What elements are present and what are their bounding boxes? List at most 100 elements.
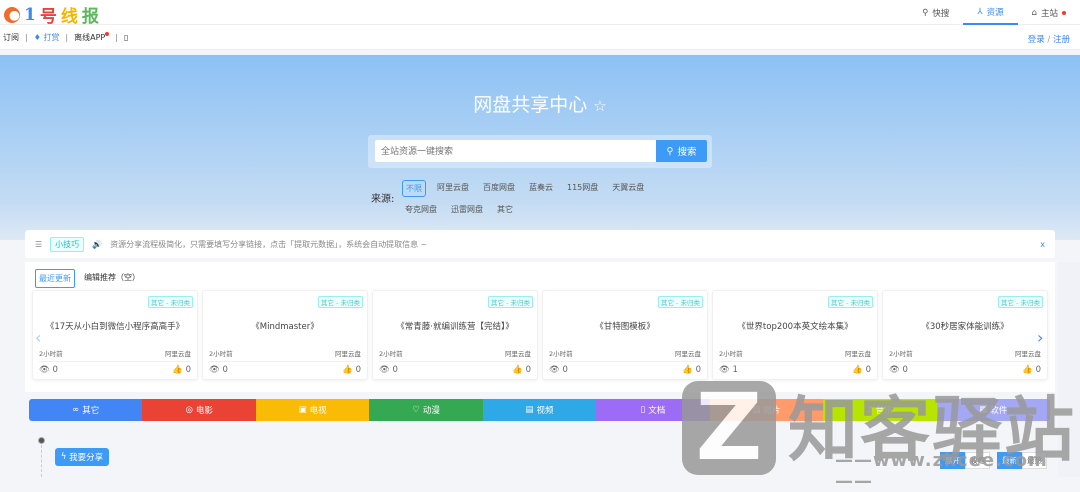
page-gutter	[1058, 262, 1080, 477]
subscribe-link[interactable]: 订阅	[3, 32, 19, 43]
toggle-group: 展开 收缩	[940, 452, 990, 469]
resource-title[interactable]: 《30秒居家体能训练》	[883, 320, 1047, 332]
home-icon: ⌂	[1031, 7, 1037, 18]
resource-card[interactable]: 其它 - 未归类 《世界top200本英文绘本集》 2小时前 阿里云盘 👁 1 …	[712, 290, 878, 380]
software-icon: ▦	[979, 405, 988, 415]
resource-title[interactable]: 《常青藤·就编训练营【完结】》	[373, 320, 537, 332]
like-button[interactable]: 👍 0	[172, 365, 191, 375]
resource-title[interactable]: 《甘特图模板》	[543, 320, 707, 332]
category-tag: 其它 - 未归类	[148, 296, 193, 308]
donate-link[interactable]: ♦ 打赏	[34, 32, 60, 43]
video-icon: ▤	[525, 405, 534, 415]
resource-carousel: 其它 - 未归类 《17天从小白到微信小程序高高手》 2小时前 阿里云盘 👁 0…	[32, 290, 1048, 380]
diamond-icon: ♦	[33, 32, 41, 42]
tab-editor-picks[interactable]: 编辑推荐（空）	[81, 269, 143, 288]
time-ago: 2小时前	[549, 350, 573, 358]
platform: 阿里云盘	[675, 350, 701, 358]
nav-quick-search[interactable]: ⚲ 快搜	[908, 0, 963, 25]
category-6[interactable]: ▨ 图片	[709, 399, 824, 421]
source-option[interactable]: 天翼云盘	[609, 180, 647, 197]
site-logo[interactable]: 1号线报	[4, 2, 99, 27]
platform: 阿里云盘	[335, 350, 361, 358]
search-icon: ⚲	[922, 7, 929, 18]
offline-app-link[interactable]: 离线APP	[74, 31, 110, 43]
eye-icon: 👁	[719, 365, 730, 375]
source-option[interactable]: 115网盘	[564, 180, 601, 197]
category-tag: 其它 - 未归类	[998, 296, 1043, 308]
thumbs-up-icon: 👍	[1022, 365, 1033, 375]
nav-home[interactable]: ⌂ 主站	[1018, 0, 1080, 25]
source-option[interactable]: 迅雷网盘	[448, 202, 486, 217]
source-option[interactable]: 百度网盘	[480, 180, 518, 197]
register-link[interactable]: 注册	[1053, 35, 1070, 45]
like-button[interactable]: 👍 0	[852, 365, 871, 375]
time-ago: 2小时前	[889, 350, 913, 358]
resource-card[interactable]: 其它 - 未归类 《甘特图模板》 2小时前 阿里云盘 👁 0 👍 0	[542, 290, 708, 380]
sub-bar: 订阅 | ♦ 打赏 | 离线APP | ▯	[0, 25, 1080, 50]
thumbs-up-icon: 👍	[682, 365, 693, 375]
sort-latest-button[interactable]: 最新	[997, 452, 1022, 469]
category-2[interactable]: ▣ 电视	[255, 399, 370, 421]
star-icon[interactable]: ☆	[593, 97, 606, 115]
sort-group: 最新 最热	[997, 452, 1047, 469]
resource-title[interactable]: 《Mindmaster》	[203, 320, 367, 332]
resource-card[interactable]: 其它 - 未归类 《常青藤·就编训练营【完结】》 2小时前 阿里云盘 👁 0 👍…	[372, 290, 538, 380]
main-nav: ⚲ 快搜 ⅄ 资源 ⌂ 主站	[908, 0, 1080, 25]
divider	[379, 361, 531, 362]
expand-button[interactable]: 展开	[940, 452, 965, 469]
like-button[interactable]: 👍 0	[1022, 365, 1041, 375]
resource-card[interactable]: 其它 - 未归类 《30秒居家体能训练》 2小时前 阿里云盘 👁 0 👍 0	[882, 290, 1048, 380]
resource-title[interactable]: 《17天从小白到微信小程序高高手》	[33, 320, 197, 332]
nav-resources[interactable]: ⅄ 资源	[963, 0, 1018, 25]
like-button[interactable]: 👍 0	[512, 365, 531, 375]
category-4[interactable]: ▤ 视频	[482, 399, 597, 421]
platform: 阿里云盘	[505, 350, 531, 358]
login-link[interactable]: 登录	[1028, 35, 1045, 45]
carousel-prev-icon[interactable]: ‹	[35, 328, 41, 347]
share-nodes-icon: ⅄	[977, 6, 983, 17]
source-option[interactable]: 其它	[494, 202, 516, 217]
share-button[interactable]: ϟ 我要分享	[55, 448, 109, 466]
sort-hot-button[interactable]: 最热	[1022, 452, 1047, 469]
category-8[interactable]: ▦ 软件	[936, 399, 1050, 421]
category-5[interactable]: ▯ 文档	[596, 399, 710, 421]
platform: 阿里云盘	[845, 350, 871, 358]
source-filter: 不限 阿里云盘 百度网盘 蓝奏云 115网盘 天翼云盘 夸克网盘 迅雷网盘 其它	[402, 180, 692, 217]
resource-tabs: 最近更新 编辑推荐（空）	[35, 269, 143, 288]
resource-card[interactable]: 其它 - 未归类 《Mindmaster》 2小时前 阿里云盘 👁 0 👍 0	[202, 290, 368, 380]
divider	[209, 361, 361, 362]
source-option[interactable]: 蓝奏云	[526, 180, 556, 197]
collapse-button[interactable]: 收缩	[965, 452, 990, 469]
list-icon: ☰	[35, 239, 43, 249]
tips-notice: ☰ 小技巧 🔊 资源分享流程极简化，只需要填写分享链接，点击「提取元数据」，系统…	[25, 230, 1055, 258]
notification-dot	[1062, 10, 1066, 15]
category-3[interactable]: ♡ 动漫	[369, 399, 483, 421]
view-count: 👁 0	[39, 365, 58, 375]
like-button[interactable]: 👍 0	[682, 365, 701, 375]
tab-recent[interactable]: 最近更新	[35, 269, 75, 288]
like-button[interactable]: 👍 0	[342, 365, 361, 375]
view-count: 👁 0	[549, 365, 568, 375]
page-title: 网盘共享中心 ☆	[473, 94, 607, 116]
mobile-icon[interactable]: ▯	[124, 33, 128, 42]
resource-title[interactable]: 《世界top200本英文绘本集》	[713, 320, 877, 332]
divider	[719, 361, 871, 362]
category-1[interactable]: ◎ 电影	[142, 399, 256, 421]
category-7[interactable]: ♪ 音乐	[823, 399, 937, 421]
infinity-icon: ∞	[72, 405, 80, 415]
carousel-next-icon[interactable]: ›	[1037, 328, 1043, 347]
anime-icon: ♡	[412, 405, 420, 415]
search-button[interactable]: ⚲ 搜索	[656, 140, 707, 162]
category-tag: 其它 - 未归类	[828, 296, 873, 308]
source-option[interactable]: 夸克网盘	[402, 202, 440, 217]
notification-dot	[105, 31, 110, 36]
resource-card[interactable]: 其它 - 未归类 《17天从小白到微信小程序高高手》 2小时前 阿里云盘 👁 0…	[32, 290, 198, 380]
category-0[interactable]: ∞ 其它	[29, 399, 143, 421]
close-icon[interactable]: x	[1040, 240, 1045, 249]
search-input[interactable]	[375, 140, 656, 162]
notice-text: 资源分享流程极简化，只需要填写分享链接，点击「提取元数据」，系统会自动提取信息 …	[110, 239, 428, 249]
source-option[interactable]: 阿里云盘	[434, 180, 472, 197]
divider	[39, 361, 191, 362]
top-bar: 1号线报 ⚲ 快搜 ⅄ 资源 ⌂ 主站	[0, 0, 1080, 27]
source-option[interactable]: 不限	[402, 180, 426, 197]
